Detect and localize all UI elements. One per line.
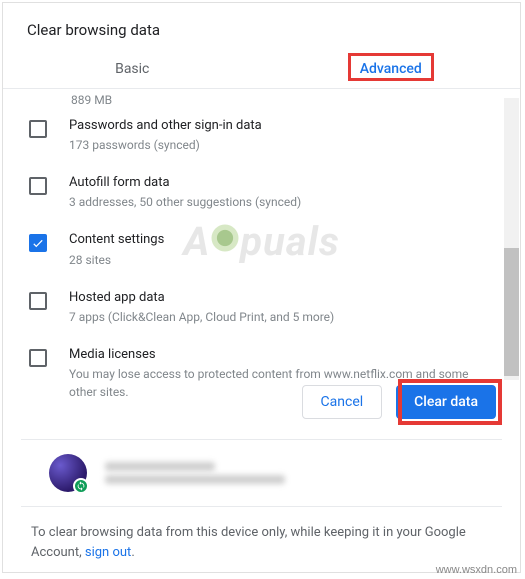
sync-badge-icon	[73, 478, 89, 494]
option-title: Passwords and other sign-in data	[69, 117, 496, 135]
profile-text	[105, 458, 285, 488]
profile-row	[21, 439, 502, 507]
avatar	[49, 454, 87, 492]
option-autofill[interactable]: Autofill form data 3 addresses, 50 other…	[27, 164, 496, 221]
footer-tail: .	[131, 545, 134, 560]
option-hosted-app[interactable]: Hosted app data 7 apps (Click&Clean App,…	[27, 279, 496, 336]
option-passwords[interactable]: Passwords and other sign-in data 173 pas…	[27, 107, 496, 164]
dialog-title: Clear browsing data	[3, 3, 520, 49]
tabs: Basic Advanced	[3, 49, 520, 89]
checkbox-hosted-app[interactable]	[29, 292, 47, 310]
option-sub: 173 passwords (synced)	[69, 136, 496, 154]
checkbox-autofill[interactable]	[29, 177, 47, 195]
footer-note: To clear browsing data from this device …	[3, 507, 520, 562]
sign-out-link[interactable]: sign out	[85, 545, 131, 560]
tab-basic[interactable]: Basic	[3, 49, 262, 89]
tab-advanced-label: Advanced	[360, 61, 422, 77]
option-title: Media licenses	[69, 346, 496, 364]
option-sub: 28 sites	[69, 251, 496, 269]
cancel-button[interactable]: Cancel	[302, 385, 383, 419]
options-list: 889 MB Passwords and other sign-in data …	[3, 89, 520, 369]
clear-data-button[interactable]: Clear data	[396, 385, 496, 419]
truncated-size: 889 MB	[27, 89, 496, 107]
checkbox-passwords[interactable]	[29, 120, 47, 138]
checkbox-media-licenses[interactable]	[29, 349, 47, 367]
option-title: Autofill form data	[69, 174, 496, 192]
option-sub: 3 addresses, 50 other suggestions (synce…	[69, 193, 496, 211]
option-content-settings[interactable]: Content settings 28 sites	[27, 221, 496, 278]
source-url: www.wsxdn.com	[436, 564, 517, 576]
checkbox-content-settings[interactable]	[29, 234, 47, 252]
option-title: Content settings	[69, 231, 496, 249]
dialog-buttons: Cancel Clear data	[3, 369, 520, 439]
tab-advanced[interactable]: Advanced	[262, 49, 521, 89]
check-icon	[31, 236, 45, 250]
option-title: Hosted app data	[69, 289, 496, 307]
option-sub: 7 apps (Click&Clean App, Cloud Print, an…	[69, 308, 496, 326]
